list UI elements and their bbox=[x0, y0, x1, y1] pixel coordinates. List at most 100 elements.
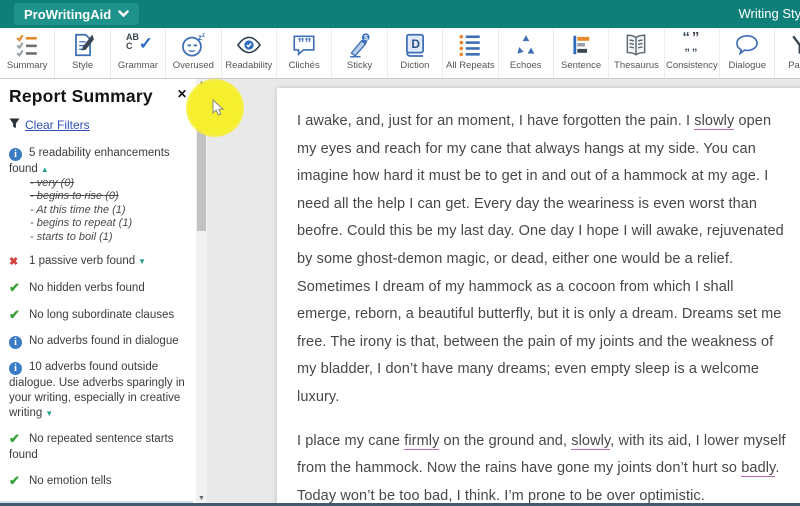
sentence-icon bbox=[568, 32, 594, 58]
toolbar-item-diction[interactable]: D Diction bbox=[388, 28, 444, 78]
sticky-icon: $ bbox=[347, 32, 373, 58]
panel-title: Report Summary bbox=[9, 86, 153, 106]
report-subitem[interactable]: - begins to rise (0) bbox=[9, 190, 185, 204]
report-item-text: No adverbs found in dialogue bbox=[29, 335, 179, 348]
info-icon: i bbox=[9, 147, 29, 162]
report-item-text: No hidden verbs found bbox=[29, 282, 145, 295]
toolbar-item-label: Sticky bbox=[346, 60, 373, 71]
report-item[interactable]: ✖ 1 passive verb found ▼ bbox=[9, 254, 185, 270]
report-item-text: 10 adverbs found outside dialogue. Use a… bbox=[9, 361, 185, 419]
toolbar-item-label: Consistency bbox=[666, 60, 718, 71]
toolbar-item-all-repeats[interactable]: All Repeats bbox=[443, 28, 499, 78]
close-icon[interactable]: ✕ bbox=[177, 87, 187, 101]
summary-icon bbox=[14, 32, 40, 58]
mouse-cursor-icon bbox=[212, 98, 226, 122]
report-item-text: No repeated sentence starts found bbox=[9, 432, 174, 461]
toolbar-item-readability[interactable]: Readability bbox=[222, 28, 277, 78]
paragraph[interactable]: I awake, and, just for an moment, I have… bbox=[297, 108, 789, 412]
filter-icon bbox=[9, 116, 20, 134]
toolbar-item-consistency[interactable]: “” „„ Consistency bbox=[665, 28, 721, 78]
toggle-down-icon[interactable]: ▼ bbox=[45, 409, 53, 418]
diction-icon: D bbox=[402, 32, 428, 58]
report-item[interactable]: ✔ No repeated sentence starts found bbox=[9, 431, 185, 463]
toolbar-item-label: Pacing bbox=[788, 60, 800, 71]
report-item[interactable]: ✔ No long subordinate clauses bbox=[9, 307, 185, 324]
report-subitem[interactable]: - starts to boil (1) bbox=[9, 231, 185, 245]
toolbar-item-label: Overused bbox=[172, 60, 214, 71]
chevron-down-icon bbox=[118, 10, 129, 18]
adverb-highlight[interactable]: slowly bbox=[571, 432, 611, 450]
paragraph[interactable]: I place my cane firmly on the ground and… bbox=[297, 428, 789, 503]
report-summary-panel: Report Summary ✕ Clear Filters i5 readab… bbox=[0, 79, 193, 503]
report-item[interactable]: i 10 adverbs found outside dialogue. Use … bbox=[9, 360, 185, 421]
report-item-text: No long subordinate clauses bbox=[29, 309, 175, 322]
toolbar-item-label: Clichés bbox=[288, 60, 320, 71]
svg-text:z: z bbox=[202, 33, 205, 39]
document-page[interactable]: I awake, and, just for an moment, I have… bbox=[277, 88, 800, 503]
text-run: I awake, and, just for an moment, I have… bbox=[297, 113, 695, 129]
svg-text:””: ”” bbox=[298, 35, 312, 51]
echoes-icon bbox=[513, 32, 539, 58]
clear-filters-label: Clear Filters bbox=[25, 118, 90, 132]
toolbar-item-thesaurus[interactable]: Thesaurus bbox=[609, 28, 665, 78]
sidebar-scrollbar[interactable]: ▲ ▼ bbox=[196, 79, 207, 503]
adverb-highlight[interactable]: firmly bbox=[404, 432, 440, 450]
report-subitem-list: - very (0) - begins to rise (0) - At this … bbox=[9, 177, 185, 245]
toolbar-item-grammar[interactable]: AB C ✓ Grammar bbox=[111, 28, 167, 78]
report-item-text: No emotion tells bbox=[29, 474, 112, 487]
brand-label: ProWritingAid bbox=[24, 6, 112, 22]
scroll-down-icon[interactable]: ▼ bbox=[196, 495, 207, 502]
writing-style-label[interactable]: Writing Styl bbox=[739, 6, 800, 21]
click-highlight bbox=[186, 79, 244, 137]
adverb-highlight[interactable]: badly bbox=[741, 460, 776, 478]
report-list: i5 readability enhancements found ▲ - very… bbox=[9, 146, 185, 501]
thesaurus-icon bbox=[623, 32, 649, 58]
cross-icon: ✖ bbox=[9, 256, 19, 269]
toggle-down-icon[interactable]: ▼ bbox=[138, 257, 146, 266]
toolbar-item-sentence[interactable]: Sentence bbox=[554, 28, 610, 78]
check-icon: ✔ bbox=[9, 430, 20, 446]
editor-area: I awake, and, just for an moment, I have… bbox=[207, 79, 800, 503]
info-icon: i bbox=[9, 335, 29, 350]
toolbar: Summary Style AB C ✓ Grammar z z Overused Readabi… bbox=[0, 28, 800, 79]
toolbar-item-label: Dialogue bbox=[728, 60, 767, 71]
toolbar-item-sticky[interactable]: $ Sticky bbox=[332, 28, 388, 78]
check-icon: ✔ bbox=[9, 280, 20, 296]
toolbar-item-label: Summary bbox=[6, 60, 48, 71]
toolbar-item-overused[interactable]: z z Overused bbox=[166, 28, 222, 78]
all-repeats-icon bbox=[457, 32, 483, 58]
toolbar-item-pacing[interactable]: Pacing bbox=[775, 28, 800, 78]
toolbar-item-cliches[interactable]: ”” Clichés bbox=[277, 28, 333, 78]
report-subitem[interactable]: - At this time the (1) bbox=[9, 204, 185, 218]
report-item-text: 5 readability enhancements found bbox=[9, 147, 170, 175]
adverb-highlight[interactable]: slowly bbox=[694, 113, 735, 130]
toolbar-item-label: Thesaurus bbox=[614, 60, 659, 71]
svg-text:$: $ bbox=[363, 33, 367, 42]
info-icon: i bbox=[9, 361, 29, 376]
toolbar-item-label: Echoes bbox=[509, 60, 542, 71]
toolbar-item-summary[interactable]: Summary bbox=[0, 28, 56, 78]
brand-menu-button[interactable]: ProWritingAid bbox=[14, 3, 140, 25]
report-item[interactable]: i No adverbs found in dialogue bbox=[9, 334, 185, 350]
report-item[interactable]: i5 readability enhancements found ▲ - very… bbox=[9, 146, 185, 244]
readability-icon bbox=[236, 32, 262, 58]
text-run: on the ground and, bbox=[439, 432, 572, 449]
report-item-text: 1 passive verb found bbox=[29, 255, 136, 268]
report-item[interactable]: ✔ No emotion tells bbox=[9, 473, 185, 490]
toolbar-item-style[interactable]: Style bbox=[55, 28, 111, 78]
toggle-up-icon[interactable]: ▲ bbox=[41, 165, 49, 174]
overused-icon: zz bbox=[180, 32, 206, 58]
toolbar-item-label: Sentence bbox=[561, 60, 602, 71]
svg-text:D: D bbox=[411, 37, 420, 51]
toolbar-item-echoes[interactable]: Echoes bbox=[499, 28, 554, 78]
toolbar-item-label: Diction bbox=[400, 60, 430, 71]
toolbar-item-label: Style bbox=[72, 60, 94, 71]
toolbar-item-label: All Repeats bbox=[446, 60, 495, 71]
report-subitem[interactable]: - very (0) bbox=[9, 177, 185, 191]
clear-filters-button[interactable]: Clear Filters bbox=[9, 116, 185, 134]
report-item[interactable]: ✔ No hidden verbs found bbox=[9, 280, 185, 297]
report-subitem[interactable]: - begins to repeat (1) bbox=[9, 217, 185, 231]
toolbar-item-dialogue[interactable]: Dialogue bbox=[720, 28, 776, 78]
prowritingaid-app: ProWritingAid Writing Styl Summary Style A… bbox=[0, 0, 800, 506]
text-run: open my eyes and reach for my cane that … bbox=[297, 113, 784, 405]
